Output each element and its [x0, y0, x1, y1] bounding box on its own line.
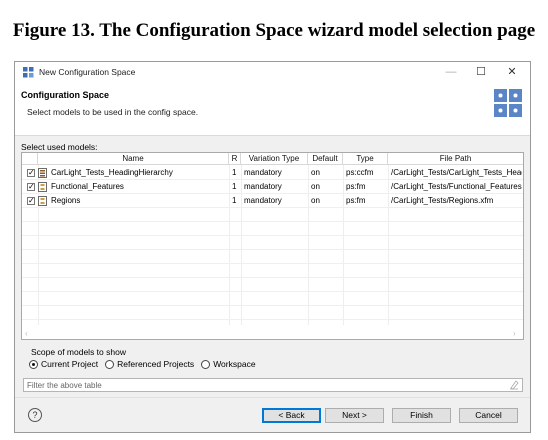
row-checkbox[interactable]: ✓: [27, 197, 35, 205]
scope-radio-group: Current Project Referenced Projects Work…: [29, 358, 263, 370]
column-variation-type[interactable]: Variation Type: [241, 153, 308, 165]
column-check[interactable]: [22, 153, 38, 165]
table-header: Name R Variation Type Default Type File …: [22, 153, 523, 165]
scroll-right-icon[interactable]: ›: [513, 328, 516, 339]
clear-filter-icon[interactable]: [509, 380, 519, 390]
wizard-header: Configuration Space Select models to be …: [15, 84, 530, 136]
horizontal-scrollbar[interactable]: ‹ ›: [22, 328, 523, 339]
page-title: Configuration Space: [21, 90, 110, 100]
column-r[interactable]: R: [229, 153, 241, 165]
table-row: [22, 292, 523, 306]
model-type: ps:fm: [346, 182, 366, 191]
model-variation-type: mandatory: [244, 182, 282, 191]
next-button[interactable]: Next >: [325, 408, 384, 423]
cancel-button[interactable]: Cancel: [459, 408, 518, 423]
model-file-path: /CarLight_Tests/Functional_Features....: [391, 182, 522, 191]
model-name: Regions: [51, 196, 81, 205]
figure-caption: Figure 13. The Configuration Space wizar…: [12, 20, 536, 41]
wizard-window: New Configuration Space — ☐ ✕ Configurat…: [14, 61, 531, 433]
column-type[interactable]: Type: [343, 153, 388, 165]
row-checkbox[interactable]: ✓: [27, 169, 35, 177]
table-row[interactable]: ✓ Regions 1 mandatory on ps:fm /CarLight…: [22, 194, 523, 208]
table-row[interactable]: ✓ Functional_Features 1 mandatory on ps:…: [22, 180, 523, 194]
models-label: Select used models:: [21, 142, 98, 152]
footer-separator: [15, 397, 530, 398]
filter-field[interactable]: [23, 378, 523, 392]
row-checkbox[interactable]: ✓: [27, 183, 35, 191]
help-icon[interactable]: ?: [28, 408, 42, 422]
table-row: [22, 236, 523, 250]
model-variation-type: mandatory: [244, 168, 282, 177]
radio-button[interactable]: [201, 359, 211, 369]
table-row: [22, 306, 523, 320]
column-default[interactable]: Default: [308, 153, 343, 165]
radio-current-project[interactable]: Current Project: [29, 359, 98, 369]
page-description: Select models to be used in the config s…: [27, 107, 199, 117]
table-row: [22, 250, 523, 264]
model-file-path: /CarLight_Tests/Regions.xfm: [391, 196, 494, 205]
radio-label: Workspace: [213, 359, 256, 369]
scope-label: Scope of models to show: [31, 347, 126, 357]
models-table: Name R Variation Type Default Type File …: [21, 152, 524, 340]
column-name[interactable]: Name: [38, 153, 229, 165]
table-row: [22, 278, 523, 292]
model-variation-type: mandatory: [244, 196, 282, 205]
feature-model-icon: [38, 182, 47, 192]
close-button[interactable]: ✕: [505, 65, 519, 79]
table-row: [22, 264, 523, 278]
model-default: on: [311, 196, 320, 205]
hierarchy-model-icon: [38, 168, 47, 178]
maximize-button[interactable]: ☐: [474, 65, 488, 79]
window-title: New Configuration Space: [39, 67, 136, 77]
model-r: 1: [232, 196, 237, 205]
table-row[interactable]: ✓ CarLight_Tests_HeadingHierarchy 1 mand…: [22, 166, 523, 180]
model-type: ps:ccfm: [346, 168, 374, 177]
model-type: ps:fm: [346, 196, 366, 205]
table-row: [22, 222, 523, 236]
radio-referenced-projects[interactable]: Referenced Projects: [105, 359, 194, 369]
model-name: CarLight_Tests_HeadingHierarchy: [51, 168, 173, 177]
scroll-left-icon[interactable]: ‹: [25, 328, 28, 339]
filter-input[interactable]: [27, 379, 497, 391]
app-icon: [23, 67, 34, 78]
finish-button[interactable]: Finish: [392, 408, 451, 423]
column-file-path[interactable]: File Path: [388, 153, 523, 165]
config-space-icon: [494, 89, 522, 117]
minimize-button[interactable]: —: [444, 65, 458, 79]
radio-button[interactable]: [29, 359, 38, 369]
model-name: Functional_Features: [51, 182, 124, 191]
model-default: on: [311, 182, 320, 191]
title-bar: New Configuration Space — ☐ ✕: [15, 62, 530, 84]
radio-label: Current Project: [41, 359, 99, 369]
radio-label: Referenced Projects: [117, 359, 195, 369]
model-r: 1: [232, 168, 237, 177]
radio-workspace[interactable]: Workspace: [201, 359, 256, 369]
model-r: 1: [232, 182, 237, 191]
model-default: on: [311, 168, 320, 177]
model-file-path: /CarLight_Tests/CarLight_Tests_Headi...: [391, 168, 522, 177]
back-button[interactable]: < Back: [262, 408, 321, 423]
table-row: [22, 208, 523, 222]
feature-model-icon: [38, 196, 47, 206]
radio-button[interactable]: [105, 359, 115, 369]
